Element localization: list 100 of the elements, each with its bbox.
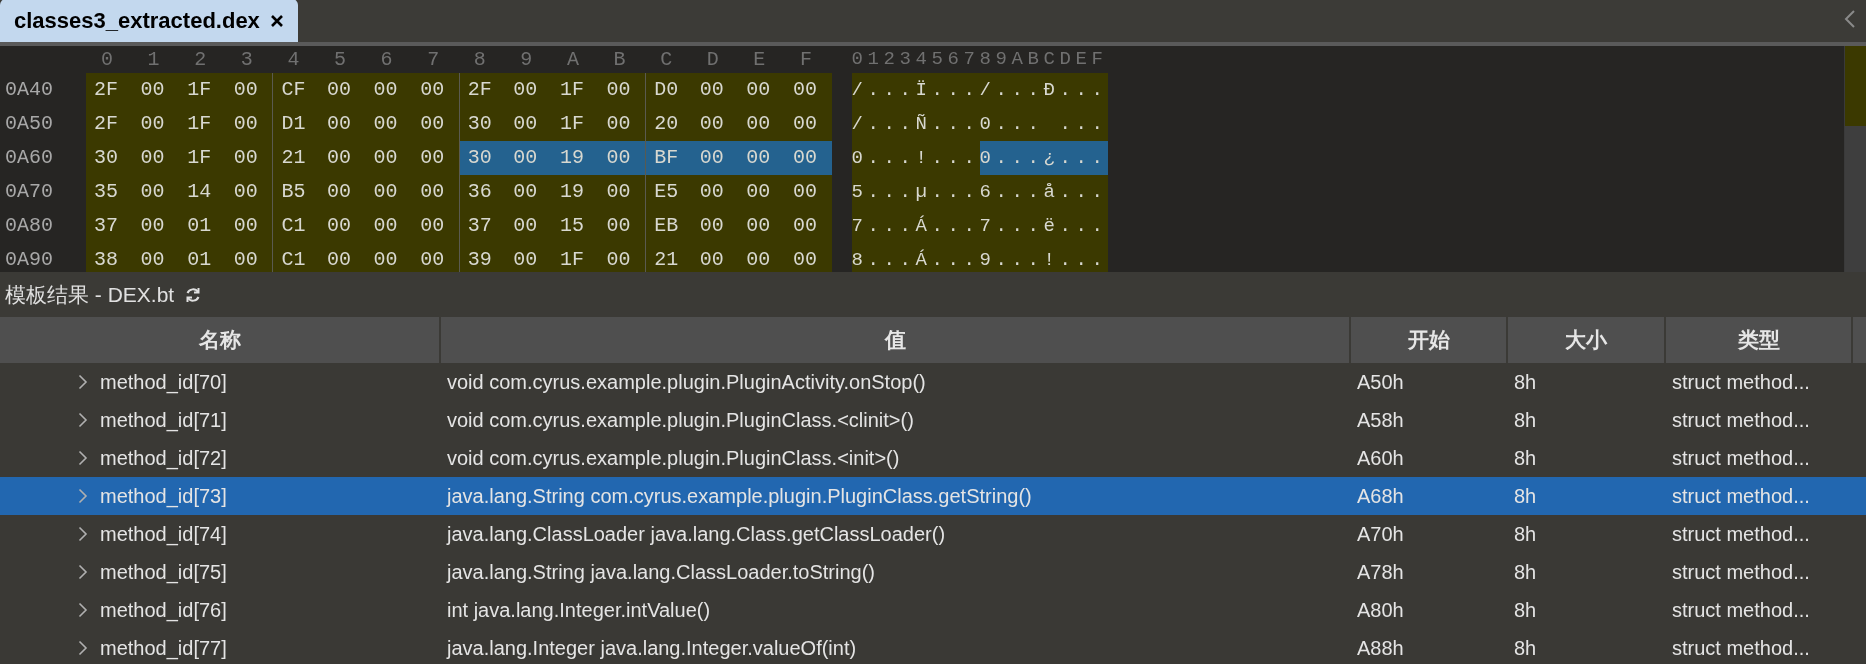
hex-byte: 00 [512, 247, 538, 272]
hex-byte: C1 [280, 213, 306, 239]
hex-byte: 00 [605, 179, 631, 205]
hex-byte: C1 [280, 247, 306, 272]
column-header: 0 [100, 47, 113, 71]
hex-byte: 00 [139, 213, 165, 239]
hex-byte: 00 [325, 145, 351, 171]
hex-byte: 00 [325, 247, 351, 272]
hex-byte: 00 [232, 145, 258, 171]
hex-byte: 00 [325, 213, 351, 239]
table-row[interactable]: method_id[73] java.lang.String com.cyrus.example.plugin.PluginClass.getString() A68h 8h struct method... [0, 477, 1866, 515]
file-tab[interactable]: classes3_extracted.dex [0, 0, 298, 42]
hex-byte: 2F [466, 77, 492, 103]
table-cell: struct method... [1672, 371, 1810, 393]
column-header: C [659, 47, 673, 71]
table-cell: 8h [1514, 561, 1537, 583]
hex-byte: 00 [139, 111, 165, 137]
hex-byte: 00 [419, 77, 445, 103]
hex-byte: BF [653, 145, 679, 171]
table-cell-text: method_id[72] [100, 446, 227, 472]
hex-byte: 00 [372, 247, 398, 272]
table-cell: java.lang.Integer java.lang.Integer.valueOf(int) [447, 637, 857, 659]
hex-byte: 00 [419, 247, 445, 272]
column-header: D [705, 47, 719, 71]
column-header: B [612, 47, 626, 71]
table-cell: void com.cyrus.example.plugin.PluginActivity.onStop() [447, 371, 926, 393]
hex-byte: 21 [280, 145, 306, 171]
hex-byte: 00 [791, 77, 817, 103]
chevron-right-icon[interactable] [78, 374, 88, 390]
ascii-text: 6...å... [979, 175, 1108, 209]
column-header: E [752, 47, 766, 71]
hex-byte: 00 [605, 111, 631, 137]
hex-byte: 00 [139, 145, 165, 171]
hex-byte: 01 [186, 247, 212, 272]
table-cell: 8h [1514, 371, 1537, 393]
ascii-text: /...Ð... [979, 73, 1108, 107]
ascii-header: 0123456789ABCDEF [851, 47, 1108, 73]
table-cell: 8h [1514, 599, 1537, 621]
hex-byte: 1F [186, 77, 212, 103]
chevron-right-icon[interactable] [78, 526, 88, 542]
hex-byte: 00 [512, 77, 538, 103]
column-header: 3 [239, 47, 253, 71]
hex-byte: 00 [745, 213, 771, 239]
column-header: 6 [379, 47, 393, 71]
hex-byte: 00 [419, 145, 445, 171]
chevron-right-icon[interactable] [78, 450, 88, 466]
column-header: 4 [286, 47, 300, 71]
chevron-right-icon[interactable] [78, 488, 88, 504]
table-cell: struct method... [1672, 637, 1810, 659]
offset-label: 0A40 [4, 77, 54, 103]
hex-byte: 00 [605, 77, 631, 103]
hex-byte: EB [653, 213, 679, 239]
chevron-right-icon[interactable] [78, 564, 88, 580]
column-header: 9 [519, 47, 533, 71]
hex-byte: CF [280, 77, 306, 103]
hex-byte: 00 [325, 111, 351, 137]
hex-byte: 1F [186, 111, 212, 137]
hex-byte: 00 [791, 247, 817, 272]
hex-byte: 2F [93, 77, 118, 103]
table-cell: A88h [1357, 637, 1404, 659]
hex-byte: 19 [558, 145, 584, 171]
hex-byte: 00 [791, 145, 817, 171]
hex-byte: 00 [605, 247, 631, 272]
hex-byte: 00 [419, 213, 445, 239]
column-header: 8 [472, 47, 486, 71]
table-cell: struct method... [1672, 599, 1810, 621]
hex-byte: 30 [466, 145, 492, 171]
hex-byte: 38 [93, 247, 118, 272]
close-icon[interactable] [269, 13, 284, 28]
table-cell: java.lang.ClassLoader java.lang.Class.getClassLoader() [447, 523, 946, 545]
column-header: A [565, 47, 579, 71]
table-cell: struct method... [1672, 561, 1810, 583]
table-cell: A50h [1357, 371, 1404, 393]
offset-label: 0A80 [4, 213, 54, 239]
hex-byte: 00 [232, 213, 258, 239]
table-cell: A60h [1357, 447, 1404, 469]
hex-byte: 00 [139, 247, 165, 272]
refresh-icon[interactable] [184, 285, 203, 304]
hex-byte: 01 [186, 213, 212, 239]
hex-byte: 21 [653, 247, 679, 272]
hex-byte: 00 [325, 77, 351, 103]
hex-byte: D1 [280, 111, 306, 137]
chevron-right-icon[interactable] [78, 640, 88, 656]
hex-byte: 20 [653, 111, 679, 137]
chevron-left-icon[interactable] [1844, 10, 1856, 28]
chevron-right-icon[interactable] [78, 412, 88, 428]
hex-byte: 14 [186, 179, 212, 205]
column-header: 7 [426, 47, 440, 71]
hex-byte: 00 [372, 213, 398, 239]
ascii-text: 5...µ... [851, 175, 980, 209]
hex-byte: 00 [512, 179, 538, 205]
chevron-right-icon[interactable] [78, 602, 88, 618]
hex-byte: 00 [698, 145, 724, 171]
ascii-text: 7...Á... [851, 209, 980, 243]
hex-byte: 00 [605, 145, 631, 171]
table-cell: struct method... [1672, 485, 1810, 507]
hex-byte: 1F [558, 111, 584, 137]
hex-byte: 00 [512, 145, 538, 171]
column-header: 2 [193, 47, 207, 71]
table-cell: 8h [1514, 485, 1537, 507]
